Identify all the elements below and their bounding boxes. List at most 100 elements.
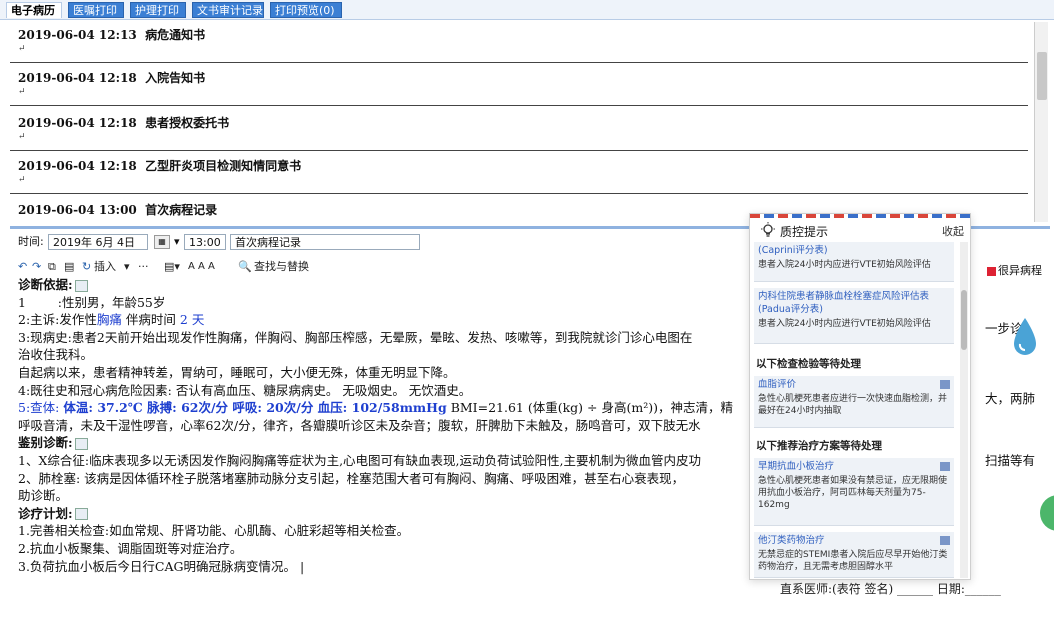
record-item[interactable]: 2019-06-04 12:18 患者授权委托书 ↵	[10, 114, 1030, 151]
tab-print-preview[interactable]: 打印预览(0)	[270, 2, 342, 18]
document-icon[interactable]	[940, 380, 950, 389]
insert-template-icon[interactable]	[74, 508, 88, 521]
divider	[10, 105, 1028, 106]
section-treatment-plan: 诊疗计划:	[18, 505, 73, 521]
find-replace-button[interactable]: 查找与替换	[254, 258, 309, 276]
record-item[interactable]: 2019-06-04 12:13 病危通知书 ↵	[10, 26, 1030, 63]
more-menu[interactable]: ···	[138, 258, 149, 276]
qc-item-list: (Caprini评分表) 患者入院24小时内应进行VTE初始风险评估 内科住院患…	[754, 242, 956, 578]
calendar-icon[interactable]: ▦	[154, 235, 170, 249]
tab-order-print[interactable]: 医嘱打印	[68, 2, 124, 18]
qc-card-title: (Caprini评分表)	[758, 245, 828, 256]
section-differential: 鉴别诊断:	[18, 435, 73, 451]
doc-line: 1、X综合征:临床表现多以无诱因发作胸闷胸痛等症状为主,心电图可有缺血表现,运动…	[18, 452, 701, 468]
doc-line: 3:现病史:患者2天前开始出现发作性胸痛，伴胸闷、胸部压榨感，无晕厥，晕眩、发热…	[18, 329, 693, 345]
qc-card-body: 急性心肌梗死患者应进行一次快速血脂检测，并最好在24小时内抽取	[758, 394, 948, 416]
divider	[10, 193, 1028, 194]
record-datetime: 2019-06-04 12:18	[18, 116, 137, 130]
record-item[interactable]: 2019-06-04 12:18 乙型肝炎项目检测知情同意书 ↵	[10, 157, 1030, 194]
qc-card[interactable]: 血脂评价 急性心肌梗死患者应进行一次快速血脂检测，并最好在24小时内抽取	[754, 376, 954, 428]
qc-card-body: 患者入院24小时内应进行VTE初始风险评估	[758, 260, 931, 270]
record-datetime: 2019-06-04 12:18	[18, 159, 137, 173]
doc-overflow-text: 扫描等有	[985, 453, 1036, 468]
qc-panel-title: 质控提示	[780, 225, 829, 239]
doc-line: 1	[18, 294, 26, 310]
qc-card-title: 内科住院患者静脉血栓栓塞症风险评估表(Padua评分表)	[758, 291, 930, 315]
doc-line: 3.负荷抗血小板后今日行CAG明确冠脉病变情况。 |	[18, 558, 305, 574]
qc-panel-header: 质控提示 收起	[750, 220, 972, 242]
insert-template-icon[interactable]	[74, 437, 88, 450]
doc-line: :性别男，年龄55岁	[57, 294, 166, 310]
record-type-field[interactable]: 首次病程记录	[230, 234, 420, 250]
water-drop-icon[interactable]	[1010, 316, 1040, 360]
assistant-float-button[interactable]	[1040, 495, 1054, 531]
doc-line: 伴病时间	[125, 312, 176, 328]
paragraph-mark: ↵	[18, 132, 26, 142]
tab-doc-audit[interactable]: 文书审计记录	[192, 2, 264, 18]
record-title: 患者授权委托书	[145, 116, 230, 130]
divider	[10, 150, 1028, 151]
scrollbar-thumb[interactable]	[961, 290, 967, 350]
qc-card[interactable]: 他汀类药物治疗 无禁忌症的STEMI患者入院后应尽早开始他汀类药物治疗，且无需考…	[754, 532, 954, 578]
tab-nursing-print[interactable]: 护理打印	[130, 2, 186, 18]
record-datetime: 2019-06-04 13:00	[18, 203, 137, 217]
record-list-scrollbar[interactable]	[1034, 22, 1048, 222]
record-title: 首次病程记录	[145, 203, 218, 217]
qc-group-title: 以下检查检验等待处理	[756, 358, 861, 370]
document-icon[interactable]	[940, 462, 950, 471]
paste-icon[interactable]: ▤	[64, 258, 74, 276]
dropdown-arrow-icon[interactable]: ▾	[174, 234, 180, 250]
doc-line: 1.完善相关检查:如血常规、肝肾功能、心肌酶、心脏彩超等相关检查。	[18, 523, 410, 539]
insert-template-icon[interactable]	[74, 279, 88, 292]
paragraph-mark: ↵	[18, 175, 26, 185]
qc-prompt-panel: 质控提示 收起 (Caprini评分表) 患者入院24小时内应进行VTE初始风险…	[749, 213, 971, 580]
scrollbar-thumb[interactable]	[1037, 52, 1047, 100]
section-diagnosis-basis: 诊断依据:	[18, 277, 73, 292]
doc-field[interactable]: 胸痛	[97, 312, 122, 327]
insert-menu[interactable]: 插入	[94, 258, 116, 276]
doc-field[interactable]: 2 天	[180, 312, 204, 327]
signature-line: 直系医师:(表符 签名) ______ 日期:______	[780, 582, 1001, 596]
document-icon[interactable]	[940, 536, 950, 545]
chevron-down-icon[interactable]: ▾	[124, 258, 130, 276]
qc-card-body: 无禁忌症的STEMI患者入院后应尽早开始他汀类药物治疗，且无需考虑胆固醇水平	[758, 550, 948, 572]
search-icon[interactable]: 🔍	[238, 258, 252, 276]
qc-group-title: 以下推荐治疗方案等待处理	[756, 440, 882, 452]
date-input[interactable]: 2019年 6月 4日	[48, 234, 148, 250]
tab-emr[interactable]: 电子病历	[6, 2, 62, 18]
insert-icon[interactable]: ↻	[82, 258, 91, 276]
qc-card-body: 急性心肌梗死患者如果没有禁忌证，应无限期使用抗血小板治疗，阿司匹林每天剂量为75…	[758, 476, 948, 510]
record-datetime: 2019-06-04 12:18	[18, 71, 137, 85]
doc-line: 治收住我科。	[18, 347, 94, 363]
doc-line: 2、肺栓塞: 该病是因体循环栓子脱落堵塞肺动脉分支引起，栓塞范围大者可有胸闷、胸…	[18, 470, 685, 486]
paragraph-mark: ↵	[18, 44, 26, 54]
top-tab-bar: 电子病历 医嘱打印 护理打印 文书审计记录 打印预览(0)	[0, 0, 1054, 20]
redo-icon[interactable]: ↷	[32, 258, 41, 276]
record-title: 病危通知书	[145, 28, 206, 42]
qc-card[interactable]: (Caprini评分表) 患者入院24小时内应进行VTE初始风险评估	[754, 242, 954, 282]
flag-icon	[987, 266, 996, 276]
doc-line: 自起病以来，患者精神转差，胃纳可，睡眠可，大小便无殊，体重无明显下降。	[18, 364, 456, 380]
doc-overflow-text: 大，两肺	[985, 391, 1036, 406]
collapse-button[interactable]: 收起	[942, 223, 964, 239]
doc-line: 呼吸音清，未及干湿性啰音，心率62次/分，律齐，各瓣膜听诊区未及杂音；腹软，肝脾…	[18, 417, 701, 433]
record-datetime: 2019-06-04 12:13	[18, 28, 137, 42]
panel-stripe	[750, 214, 970, 218]
qc-card[interactable]: 内科住院患者静脉血栓栓塞症风险评估表(Padua评分表) 患者入院24小时内应进…	[754, 288, 954, 344]
time-input[interactable]: 13:00	[184, 234, 226, 250]
vitals-field[interactable]: 体温: 37.2℃ 脉搏: 62次/分 呼吸: 20次/分 血压: 102/58…	[63, 400, 446, 415]
record-item[interactable]: 2019-06-04 12:18 入院告知书 ↵	[10, 69, 1030, 106]
paragraph-mark: ↵	[18, 87, 26, 97]
doc-line: 4:既往史和冠心病危险因素: 否认有高血压、糖尿病病史。 无吸烟史。 无饮酒史。	[18, 382, 472, 398]
font-size-buttons[interactable]: A A A	[188, 258, 215, 276]
qc-card-body: 患者入院24小时内应进行VTE初始风险评估	[758, 319, 931, 329]
copy-icon[interactable]: ⧉	[48, 258, 56, 276]
record-title: 入院告知书	[145, 71, 206, 85]
qc-card[interactable]: 早期抗血小板治疗 急性心肌梗死患者如果没有禁忌证，应无限期使用抗血小板治疗，阿司…	[754, 458, 954, 526]
doc-line: 5:查体:	[18, 400, 60, 416]
lightbulb-icon	[761, 222, 775, 237]
qc-panel-scrollbar[interactable]	[960, 242, 968, 578]
undo-icon[interactable]: ↶	[18, 258, 27, 276]
paragraph-icon[interactable]: ▤▾	[164, 258, 180, 276]
doc-line: 2:主诉:发作性	[18, 312, 97, 328]
